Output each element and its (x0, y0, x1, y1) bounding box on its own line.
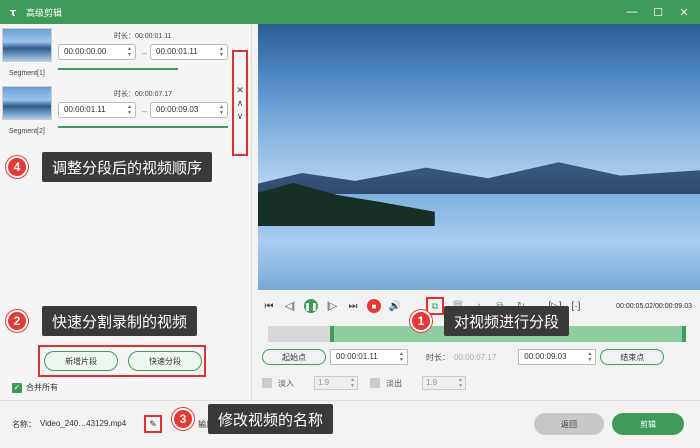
app-logo-icon: ꚍ (9, 6, 17, 19)
segment-item[interactable]: Segment[2] 时长：00:00:07.17 00:00:01.11 ▲ ▼ … (0, 84, 232, 140)
quick-split-button[interactable]: 快速分段 (128, 351, 202, 371)
callout-badge: 1 (410, 310, 432, 332)
footer-bar: 名称： Video_240…43129.mp4 ✎ 输出 返回 剪辑 (0, 400, 700, 448)
segment-panel: Segment[1] 时长：00:00:01.11 00:00:00.00 ▲ ▼ … (0, 24, 252, 400)
set-end-label: 结束点 (620, 352, 645, 362)
video-preview[interactable] (258, 24, 700, 290)
callout-label: 调整分段后的视频顺序 (42, 152, 213, 182)
title-bar: ꚍ 高级剪辑 — ☐ ✕ (0, 0, 700, 24)
cut-button[interactable]: 剪辑 (612, 413, 684, 435)
window-title: 高级剪辑 (26, 7, 63, 18)
move-up-icon[interactable]: ∧ (237, 98, 244, 109)
segment-end-value: 00:00:01.11 (156, 47, 198, 56)
return-button[interactable]: 返回 (534, 413, 604, 435)
set-end-button[interactable]: 结束点 (600, 349, 665, 365)
segment-end-input[interactable]: 00:00:09.03 ▲ ▼ (150, 102, 228, 118)
callout-label: 快速分割录制的视频 (42, 306, 198, 336)
fade-out-input[interactable]: 1.9 ▲ ▼ (422, 376, 466, 390)
name-label: 名称： (12, 420, 36, 429)
callout-label: 对视频进行分段 (444, 306, 570, 336)
fade-in-label: 淡入 (278, 378, 294, 388)
segment-duration: 时长：00:00:07.17 (114, 91, 172, 98)
callout-badge: 4 (6, 156, 28, 178)
spinner-icon[interactable]: ▲ ▼ (458, 377, 463, 389)
segment-start-input[interactable]: 00:00:01.11 ▲ ▼ (58, 102, 136, 118)
fade-out-label: 淡出 (386, 378, 402, 388)
duration-value: 00:00:07.17 (454, 352, 497, 362)
segment-start-value: 00:00:01.11 (64, 105, 106, 114)
segment-end-value: 00:00:09.03 (156, 105, 199, 114)
range-dash: – (142, 48, 148, 58)
segment-progress (58, 126, 228, 128)
close-icon[interactable]: ✕ (678, 6, 690, 19)
segment-label: Segment[2] (9, 128, 45, 135)
fade-row: 淡入 1.9 ▲ ▼ 淡出 1.9 ▲ ▼ (262, 376, 466, 390)
fade-in-input[interactable]: 1.9 ▲ ▼ (314, 376, 358, 390)
new-segment-button[interactable]: 新增片段 (44, 351, 118, 371)
merge-all-option[interactable]: ✓ 合并所有 (12, 382, 58, 393)
spinner-icon[interactable]: ▲ ▼ (219, 46, 224, 58)
end-time-value: 00:00:09.03 (524, 352, 567, 361)
fade-out-checkbox[interactable] (370, 378, 380, 388)
stop-icon[interactable]: ■ (367, 299, 381, 313)
prev-frame-icon[interactable]: ◁| (283, 299, 297, 313)
trim-row: 起始点 00:00:01.11 ▲ ▼ 时长： 00:00:07.17 00:00:… (262, 348, 692, 366)
move-down-icon[interactable]: ∨ (237, 111, 244, 122)
end-time-input[interactable]: 00:00:09.03 ▲ ▼ (518, 349, 597, 365)
fade-in-value: 1.9 (318, 378, 330, 387)
remove-segment-icon[interactable]: ✕ (236, 85, 244, 96)
segment-thumbnail (2, 28, 52, 62)
minimize-icon[interactable]: — (626, 6, 638, 19)
maximize-icon[interactable]: ☐ (652, 6, 664, 19)
edit-name-icon[interactable]: ✎ (144, 415, 162, 433)
segment-end-input[interactable]: 00:00:01.11 ▲ ▼ (150, 44, 228, 60)
timecode: 00:00:05.02/00:00:09.03 (616, 302, 692, 310)
pause-icon[interactable]: ❚❚ (304, 299, 318, 313)
segment-duration: 时长：00:00:01.11 (114, 33, 172, 40)
callout-badge: 2 (6, 310, 28, 332)
segment-order-controls: ✕ ∧ ∨ (232, 50, 248, 156)
segment-start-value: 00:00:00.00 (64, 47, 107, 56)
checkbox-checked-icon[interactable]: ✓ (12, 382, 22, 393)
spinner-icon[interactable]: ▲ ▼ (587, 351, 592, 363)
fade-out-value: 1.9 (426, 378, 438, 387)
segment-item[interactable]: Segment[1] 时长：00:00:01.11 00:00:00.00 ▲ ▼ … (0, 26, 232, 82)
fit-icon[interactable]: [·] (569, 299, 583, 313)
spinner-icon[interactable]: ▲ ▼ (219, 104, 224, 116)
merge-all-label: 合并所有 (26, 383, 58, 392)
volume-icon[interactable]: 🔊 (388, 299, 402, 313)
segment-thumbnail (2, 86, 52, 120)
spinner-icon[interactable]: ▲ ▼ (399, 351, 404, 363)
file-name: Video_240…43129.mp4 (40, 419, 127, 428)
fade-in-checkbox[interactable] (262, 378, 272, 388)
spinner-icon[interactable]: ▲ ▼ (127, 104, 132, 116)
duration-label: 时长： (426, 352, 450, 362)
set-start-button[interactable]: 起始点 (262, 349, 326, 365)
skip-end-icon[interactable]: ⏭ (346, 299, 360, 313)
range-dash: – (142, 106, 148, 116)
start-time-input[interactable]: 00:00:01.11 ▲ ▼ (330, 349, 408, 365)
skip-start-icon[interactable]: ⏮ (262, 299, 276, 313)
callout-label: 修改视频的名称 (208, 404, 334, 434)
spinner-icon[interactable]: ▲ ▼ (350, 377, 355, 389)
video-sky (258, 24, 700, 189)
segment-progress (58, 68, 178, 70)
start-time-value: 00:00:01.11 (336, 352, 378, 361)
segment-start-input[interactable]: 00:00:00.00 ▲ ▼ (58, 44, 136, 60)
window-controls: — ☐ ✕ (626, 6, 690, 19)
set-start-label: 起始点 (282, 352, 306, 362)
next-frame-icon[interactable]: |▷ (325, 299, 339, 313)
spinner-icon[interactable]: ▲ ▼ (127, 46, 132, 58)
callout-badge: 3 (172, 408, 194, 430)
segment-label: Segment[1] (9, 70, 45, 77)
